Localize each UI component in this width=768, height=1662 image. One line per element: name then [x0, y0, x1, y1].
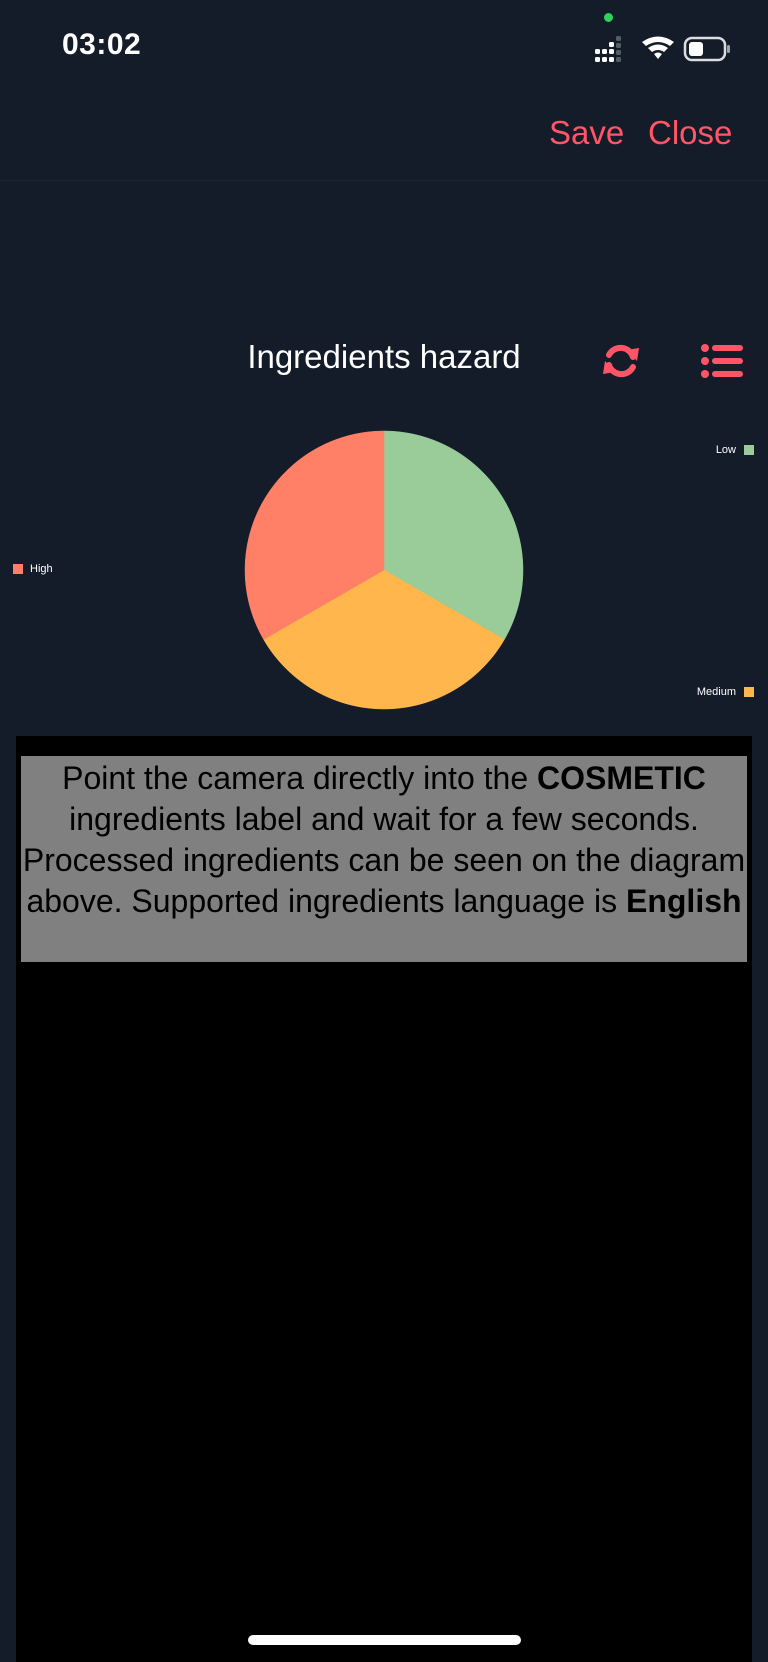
list-icon[interactable]: [701, 343, 743, 379]
legend-swatch-medium: [744, 687, 754, 697]
legend-label-low: Low: [715, 444, 736, 456]
hint-part-1: Point the camera directly into the: [62, 760, 537, 796]
legend-item-high: High: [13, 563, 53, 575]
status-icons: [595, 36, 730, 62]
save-button[interactable]: Save: [549, 114, 624, 152]
legend-item-medium: Medium: [697, 686, 754, 698]
hint-bold-english: English: [625, 883, 742, 919]
navigation-bar: Save Close: [0, 100, 768, 181]
home-indicator[interactable]: [248, 1635, 521, 1645]
legend-label-medium: Medium: [696, 686, 736, 698]
legend-item-low: Low: [716, 444, 754, 456]
app-screen: 03:02 Save Close Ingredients hazard High…: [0, 0, 768, 1662]
battery-icon: [683, 36, 730, 62]
cellular-signal-icon: [595, 36, 621, 62]
legend-swatch-high: [13, 564, 23, 574]
camera-hint-text: Point the camera directly into the COSME…: [21, 756, 747, 962]
camera-preview[interactable]: Point the camera directly into the COSME…: [16, 736, 752, 1662]
legend-label-high: High: [30, 563, 53, 575]
hazard-pie-chart: [244, 430, 524, 710]
legend-swatch-low: [744, 445, 754, 455]
refresh-icon[interactable]: [601, 341, 641, 381]
privacy-indicator-dot: [604, 13, 613, 22]
wifi-icon: [642, 36, 674, 59]
status-time: 03:02: [62, 28, 142, 61]
hint-bold-cosmetic: COSMETIC: [537, 760, 706, 796]
chart-title: Ingredients hazard: [247, 338, 521, 375]
close-button[interactable]: Close: [648, 114, 732, 152]
